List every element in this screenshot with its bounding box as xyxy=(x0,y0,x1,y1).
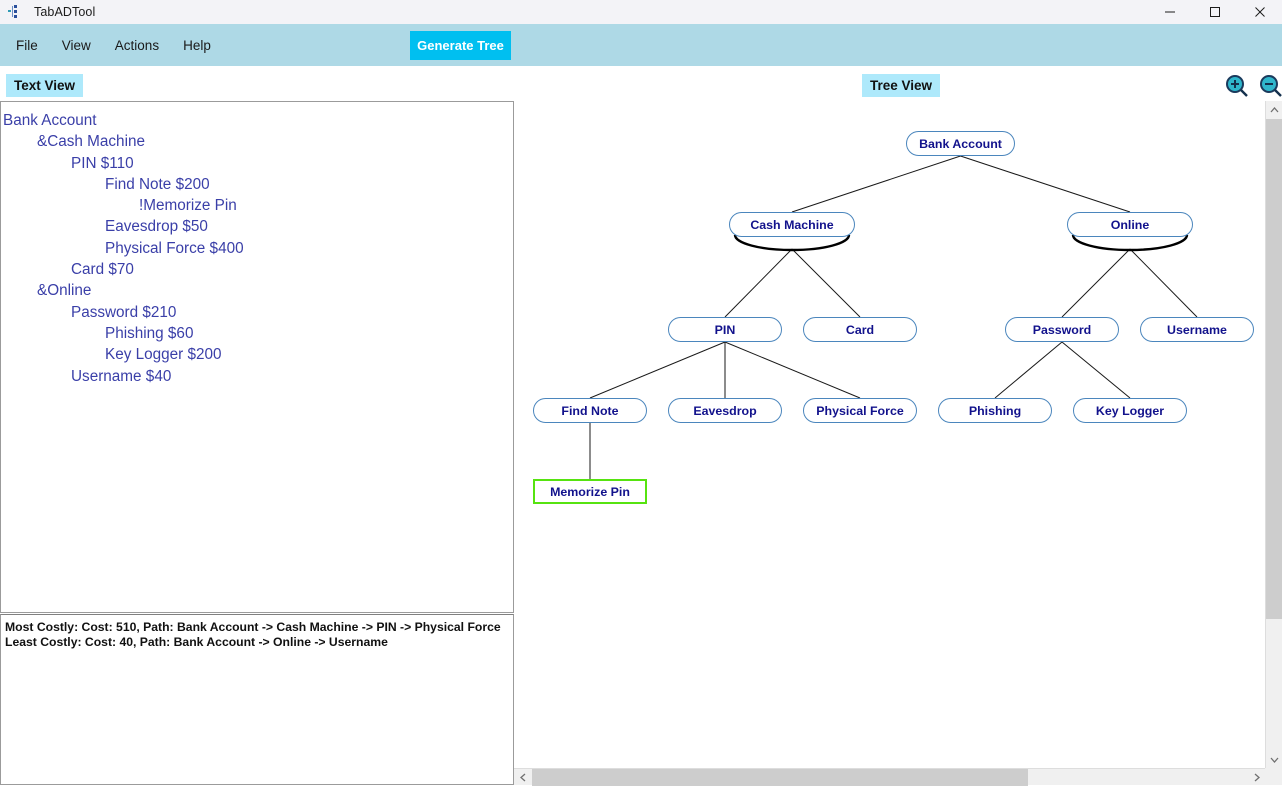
and-gate-arc-icon xyxy=(1071,234,1189,252)
tree-node-label: Physical Force xyxy=(816,403,904,418)
tree-node-label: PIN xyxy=(714,322,736,337)
tree-node-cash-machine[interactable]: Cash Machine xyxy=(729,212,855,237)
vertical-scrollbar[interactable] xyxy=(1265,101,1282,768)
tree-node-username[interactable]: Username xyxy=(1140,317,1254,342)
tree-node-password[interactable]: Password xyxy=(1005,317,1119,342)
horizontal-scrollbar-thumb[interactable] xyxy=(532,769,1028,786)
scroll-right-arrow-icon[interactable] xyxy=(1248,769,1265,786)
menu-item-help[interactable]: Help xyxy=(173,34,221,57)
and-gate-arc-icon xyxy=(733,234,851,252)
tree-node-key-logger[interactable]: Key Logger xyxy=(1073,398,1187,423)
tree-node-label: Memorize Pin xyxy=(550,484,630,499)
most-costly-path: Most Costly: Cost: 510, Path: Bank Accou… xyxy=(5,620,501,634)
tree-edge xyxy=(1061,248,1131,318)
tree-node-label: Phishing xyxy=(968,403,1022,418)
generate-tree-button[interactable]: Generate Tree xyxy=(410,31,511,60)
menu-item-view[interactable]: View xyxy=(52,34,101,57)
window-title: TabADTool xyxy=(34,5,96,19)
vertical-scrollbar-thumb[interactable] xyxy=(1266,119,1282,619)
scroll-left-arrow-icon[interactable] xyxy=(514,769,531,786)
tree-view-label[interactable]: Tree View xyxy=(862,74,941,97)
least-costly-path: Least Costly: Cost: 40, Path: Bank Accou… xyxy=(5,635,388,649)
scrollbar-corner xyxy=(1265,768,1282,785)
tree-text-content[interactable]: Bank Account &Cash Machine PIN $110 Find… xyxy=(1,102,513,387)
tree-node-bank-account[interactable]: Bank Account xyxy=(906,131,1015,156)
tree-edge xyxy=(791,248,861,318)
window-controls xyxy=(1147,0,1282,24)
cost-summary-panel: Most Costly: Cost: 510, Path: Bank Accou… xyxy=(0,614,514,785)
tree-node-label: Online xyxy=(1110,217,1150,232)
tree-node-label: Bank Account xyxy=(919,136,1002,151)
tree-edge xyxy=(994,341,1063,399)
tree-edge xyxy=(1061,341,1131,399)
tree-view-panel[interactable]: Bank Account Cash Machine Online PIN Card Pas… xyxy=(514,101,1282,785)
tree-edge xyxy=(1129,248,1198,318)
tree-node-label: Username xyxy=(1167,322,1227,337)
close-icon[interactable] xyxy=(1237,0,1282,24)
menu-item-actions[interactable]: Actions xyxy=(105,34,169,57)
horizontal-scrollbar[interactable] xyxy=(514,768,1265,786)
tree-node-label: Password xyxy=(1032,322,1092,337)
scroll-down-arrow-icon[interactable] xyxy=(1266,751,1282,768)
tree-node-memorize-pin[interactable]: Memorize Pin xyxy=(533,479,647,504)
tree-edge xyxy=(724,248,793,318)
text-view-label[interactable]: Text View xyxy=(6,74,84,97)
minimize-icon[interactable] xyxy=(1147,0,1192,24)
tree-node-pin[interactable]: PIN xyxy=(668,317,782,342)
zoom-out-icon[interactable] xyxy=(1258,73,1282,100)
maximize-icon[interactable] xyxy=(1192,0,1237,24)
zoom-controls xyxy=(1224,73,1282,100)
menu-item-file[interactable]: File xyxy=(6,34,48,57)
tree-node-eavesdrop[interactable]: Eavesdrop xyxy=(668,398,782,423)
tree-node-find-note[interactable]: Find Note xyxy=(533,398,647,423)
tree-node-label: Cash Machine xyxy=(750,217,834,232)
tree-edge xyxy=(960,155,1131,213)
tree-edge xyxy=(791,155,961,213)
tree-node-physical-force[interactable]: Physical Force xyxy=(803,398,917,423)
title-bar: TabADTool xyxy=(0,0,1282,24)
tree-edge xyxy=(724,341,861,399)
tree-node-online[interactable]: Online xyxy=(1067,212,1193,237)
scroll-up-arrow-icon[interactable] xyxy=(1266,101,1282,118)
tree-node-label: Find Note xyxy=(561,403,619,418)
tree-edges-canvas xyxy=(589,155,1198,479)
menu-bar: File View Actions Help xyxy=(0,24,1282,66)
tree-node-phishing[interactable]: Phishing xyxy=(938,398,1052,423)
tree-edge xyxy=(589,341,726,399)
zoom-in-icon[interactable] xyxy=(1224,73,1251,100)
tree-node-label: Key Logger xyxy=(1095,403,1165,418)
tree-node-label: Card xyxy=(845,322,875,337)
tree-node-label: Eavesdrop xyxy=(693,403,757,418)
tree-node-card[interactable]: Card xyxy=(803,317,917,342)
tabadtool-logo-icon xyxy=(8,5,26,19)
text-view-panel[interactable]: Bank Account &Cash Machine PIN $110 Find… xyxy=(0,101,514,613)
